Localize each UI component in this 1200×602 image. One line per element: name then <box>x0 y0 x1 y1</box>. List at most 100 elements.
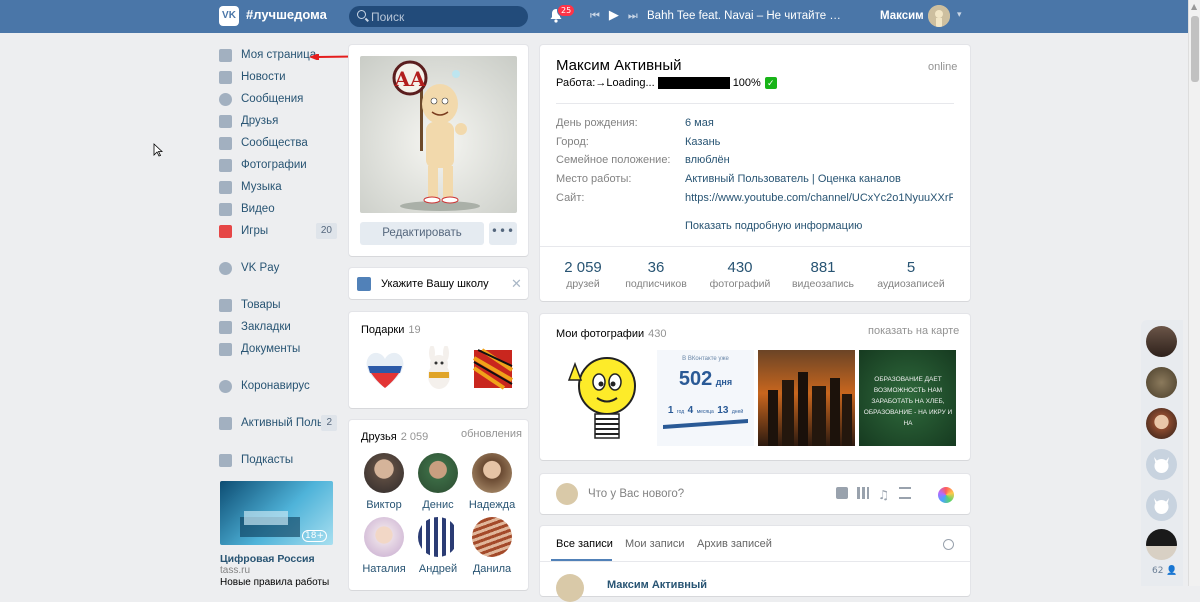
friend-card[interactable]: Андрей <box>411 517 465 575</box>
friend-name[interactable]: Наталия <box>357 563 411 575</box>
play-icon[interactable]: ▶ <box>609 9 619 22</box>
friend-name[interactable]: Виктор <box>357 499 411 511</box>
edit-profile-button[interactable]: Редактировать <box>360 222 484 245</box>
menu-item-friends[interactable]: Друзья <box>219 110 339 132</box>
tab-my-posts[interactable]: Мои записи <box>625 538 685 550</box>
profile-photo[interactable]: AA <box>360 56 517 213</box>
stat-videos[interactable]: 881 видеозапись <box>778 259 868 290</box>
friend-card[interactable]: Надежда <box>465 453 519 511</box>
info-value-birthday[interactable]: 6 мая <box>685 117 714 129</box>
photo-vk-counter[interactable]: В ВКонтакте уже 502 дня 1 год 4 месяца 1… <box>657 350 754 446</box>
menu-item-coronavirus[interactable]: Коронавирус <box>219 375 339 397</box>
menu-item-music[interactable]: Музыка <box>219 176 339 198</box>
stat-followers[interactable]: 36 подписчиков <box>611 259 701 290</box>
tab-all-posts[interactable]: Все записи <box>556 538 613 550</box>
text-format-icon[interactable] <box>899 487 911 499</box>
menu-item-podcasts[interactable]: Подкасты <box>219 449 339 471</box>
chat-avatar[interactable] <box>1146 326 1177 357</box>
chat-avatar[interactable] <box>1146 529 1177 560</box>
chat-avatar-placeholder[interactable] <box>1146 449 1177 480</box>
search-input[interactable] <box>371 8 521 25</box>
goods-icon <box>219 298 232 312</box>
music-icon[interactable]: ♫ <box>878 487 890 502</box>
friend-name[interactable]: Данила <box>465 563 519 575</box>
friends-updates-link[interactable]: обновления <box>461 428 522 440</box>
chat-avatar[interactable] <box>1146 408 1177 439</box>
friend-name[interactable]: Надежда <box>465 499 519 511</box>
friend-avatar[interactable] <box>472 517 512 557</box>
profile-status[interactable]: Работа:→Loading... 100% ✓ <box>556 77 777 89</box>
info-value-city[interactable]: Казань <box>685 136 720 148</box>
promo-title[interactable]: Цифровая Россия <box>220 553 315 565</box>
chevron-down-icon[interactable]: ▾ <box>957 10 962 20</box>
gift-ribbon-image[interactable] <box>470 346 516 392</box>
online-friends-count[interactable]: 62 👤 <box>1152 566 1178 576</box>
add-school-link[interactable]: Укажите Вашу школу <box>381 278 489 290</box>
friend-avatar[interactable] <box>364 517 404 557</box>
menu-item-news[interactable]: Новости <box>219 66 339 88</box>
quote-text: ОБРАЗОВАНИЕ ДАЕТ ВОЗМОЖНОСТЬ НАМ ЗАРАБОТ… <box>863 376 953 427</box>
friend-card[interactable]: Денис <box>411 453 465 511</box>
friend-card[interactable]: Данила <box>465 517 519 575</box>
stat-audio[interactable]: 5 аудиозаписей <box>866 259 956 290</box>
show-more-info-link[interactable]: Показать подробную информацию <box>685 220 862 232</box>
menu-item-vk-pay[interactable]: VK Pay <box>219 257 339 279</box>
menu-item-label: Фотографии <box>241 159 307 171</box>
promo-image[interactable]: 18+ <box>220 481 333 545</box>
menu-item-photos[interactable]: Фотографии <box>219 154 339 176</box>
search-icon[interactable] <box>943 539 954 550</box>
friend-card[interactable]: Наталия <box>357 517 411 575</box>
menu-item-group-active-user[interactable]: Активный Польз... 2 <box>219 412 339 434</box>
menu-item-video[interactable]: Видео <box>219 198 339 220</box>
chat-avatar[interactable] <box>1146 367 1177 398</box>
photo-lightbulb[interactable] <box>555 350 652 446</box>
menu-item-bookmarks[interactable]: Закладки <box>219 316 339 338</box>
chat-avatar-placeholder[interactable] <box>1146 490 1177 521</box>
scrollbar-thumb[interactable] <box>1191 16 1199 82</box>
hashtag-link[interactable]: #лучшедома <box>246 7 327 22</box>
menu-item-documents[interactable]: Документы <box>219 338 339 360</box>
scroll-up-icon[interactable]: ▲ <box>1191 2 1197 11</box>
friend-name[interactable]: Андрей <box>411 563 465 575</box>
poster-icon[interactable] <box>938 487 954 503</box>
show-on-map-link[interactable]: показать на карте <box>868 325 959 337</box>
new-post-input[interactable]: Что у Вас нового? <box>588 488 684 500</box>
user-avatar[interactable] <box>928 5 950 27</box>
friend-name[interactable]: Денис <box>411 499 465 511</box>
info-value-work[interactable]: Активный Пользователь | Оценка каналов <box>685 173 901 185</box>
menu-item-goods[interactable]: Товары <box>219 294 339 316</box>
photo-quote[interactable]: ОБРАЗОВАНИЕ ДАЕТ ВОЗМОЖНОСТЬ НАМ ЗАРАБОТ… <box>859 350 956 446</box>
current-track-title[interactable]: Bahh Tee feat. Navai – Не читайте … <box>647 10 841 22</box>
menu-item-groups[interactable]: Сообщества <box>219 132 339 154</box>
info-value-relationship[interactable]: влюблён <box>685 154 730 166</box>
friends-header[interactable]: Друзья 2 059 <box>361 428 428 443</box>
close-icon[interactable]: ✕ <box>511 277 522 292</box>
camera-icon[interactable] <box>836 487 848 499</box>
gift-heart-image[interactable] <box>362 346 408 392</box>
tab-archive[interactable]: Архив записей <box>697 538 772 550</box>
vk-logo[interactable]: VK <box>219 6 239 26</box>
friend-avatar[interactable] <box>364 453 404 493</box>
stat-photos[interactable]: 430 фотографий <box>695 259 785 290</box>
gift-bunny-image[interactable] <box>416 346 462 392</box>
post-author-name[interactable]: Максим Активный <box>607 579 707 591</box>
user-name[interactable]: Максим <box>880 10 924 22</box>
menu-item-messages[interactable]: Сообщения <box>219 88 339 110</box>
previous-track-icon[interactable]: ⏮ <box>590 10 600 22</box>
my-photos-header[interactable]: Мои фотографии 430 <box>556 325 667 340</box>
next-track-icon[interactable]: ⏭ <box>628 10 638 22</box>
page-scrollbar[interactable]: ▲ <box>1188 0 1200 586</box>
photo-city-sunset[interactable] <box>758 350 855 446</box>
friend-avatar[interactable] <box>418 517 458 557</box>
post-author-avatar[interactable] <box>556 574 584 602</box>
info-value-site[interactable]: https://www.youtube.com/channel/UCxYc2o1… <box>685 192 953 204</box>
promo-text[interactable]: Новые правила работы <box>220 577 329 588</box>
friend-avatar[interactable] <box>472 453 512 493</box>
gifts-header[interactable]: Подарки 19 <box>361 321 421 336</box>
friend-card[interactable]: Виктор <box>357 453 411 511</box>
friend-avatar[interactable] <box>418 453 458 493</box>
menu-item-games[interactable]: Игры 20 <box>219 220 339 242</box>
search-box[interactable] <box>349 6 528 27</box>
more-actions-button[interactable]: ••• <box>489 222 517 245</box>
video-icon[interactable] <box>857 487 869 499</box>
